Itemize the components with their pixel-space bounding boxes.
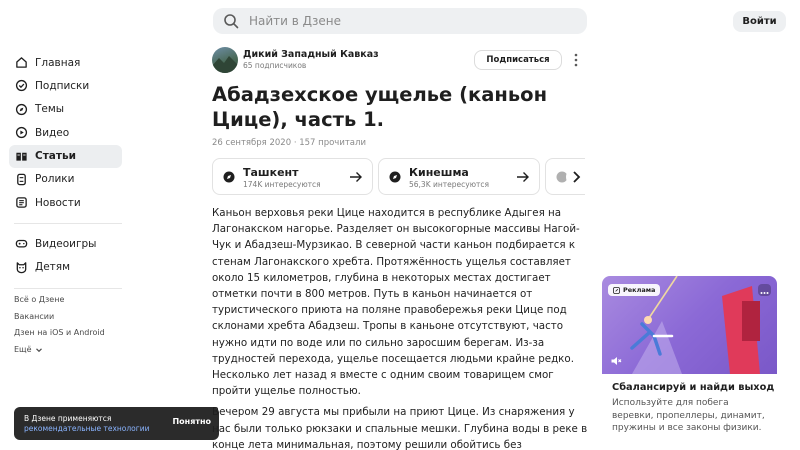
sidebar-item-label: Новости (35, 196, 81, 209)
more-label: Ещё (14, 344, 32, 354)
ad-title[interactable]: Сбалансируй и найди выход (612, 382, 777, 393)
compass-icon (223, 171, 235, 183)
topics-next-button[interactable] (566, 167, 586, 187)
more-horizontal-icon (760, 292, 769, 294)
channel-subscribers: 65 подписчиков (243, 61, 307, 70)
article-meta: 26 сентября 2020 · 157 прочитали (212, 138, 366, 148)
topic-card[interactable]: Ташкент 174K интересуются (212, 158, 373, 195)
chevron-down-icon (35, 348, 42, 352)
chevron-right-icon (573, 171, 581, 183)
kids-icon (16, 261, 27, 273)
subscribe-button[interactable]: Подписаться (474, 50, 562, 70)
search-input[interactable] (249, 14, 569, 28)
sidebar-item-games[interactable]: Видеоигры (9, 232, 122, 255)
ad-description: Используйте для побега веревки, пропелле… (612, 398, 765, 433)
sidebar-item-video[interactable]: Видео (9, 121, 122, 144)
about-link[interactable]: Всё о Дзене (14, 292, 105, 309)
topic-count: 174K интересуются (243, 180, 321, 189)
sidebar-item-label: Главная (35, 56, 81, 69)
mute-icon[interactable] (610, 355, 622, 367)
search-icon (224, 14, 239, 29)
arrow-right-icon (517, 172, 529, 182)
toast-message: В Дзене применяются (24, 414, 112, 423)
ad-menu-button[interactable] (758, 284, 771, 296)
more-vertical-icon[interactable] (571, 52, 581, 68)
sidebar-divider (14, 287, 122, 289)
mountain-image-icon (212, 56, 238, 73)
sidebar-divider (14, 223, 122, 225)
article-paragraph: Вечером 29 августа мы прибыли на приют Ц… (212, 406, 588, 450)
login-button[interactable]: Войти (733, 11, 786, 32)
compass-icon (389, 171, 401, 183)
toast-text: В Дзене применяются рекомендательные тех… (24, 414, 149, 434)
sidebar-item-articles[interactable]: Статьи (9, 144, 122, 168)
topic-name: Кинешма (409, 166, 469, 179)
article-paragraph: Каньон верховья реки Цице находится в ре… (212, 207, 580, 398)
sidebar-item-label: Ролики (35, 173, 75, 186)
shorts-icon (17, 173, 26, 186)
home-icon (16, 57, 27, 68)
topic-count: 56,3K интересуются (409, 180, 490, 189)
vacancies-link[interactable]: Вакансии (14, 309, 105, 326)
channel-avatar[interactable] (212, 47, 238, 73)
sidebar-item-label: Видеоигры (35, 237, 97, 250)
topics-icon (15, 103, 28, 115)
more-button[interactable]: Ещё (14, 342, 105, 359)
video-icon (15, 127, 28, 139)
ad-image: Реклама (602, 276, 777, 374)
sidebar-item-shorts[interactable]: Ролики (9, 168, 122, 191)
recommendation-toast: В Дзене применяются рекомендательные тех… (14, 407, 219, 440)
arrow-right-icon (350, 172, 362, 182)
sidebar-item-label: Темы (35, 103, 65, 116)
ad-badge: Реклама (608, 284, 661, 296)
sidebar-item-topics[interactable]: Темы (9, 98, 122, 121)
toast-link[interactable]: рекомендательные технологии (24, 424, 149, 434)
ad-card[interactable]: Реклама Сбалансируй и найди выход Исполь… (602, 276, 777, 450)
sidebar-item-kids[interactable]: Детям (9, 256, 122, 279)
search-bar[interactable] (213, 8, 587, 34)
sidebar-item-label: Видео (35, 126, 70, 139)
channel-name[interactable]: Дикий Западный Кавказ (243, 49, 379, 60)
articles-icon (16, 152, 27, 161)
news-icon (16, 197, 27, 209)
sidebar-item-subscriptions[interactable]: Подписки (9, 74, 122, 97)
subscriptions-icon (15, 80, 28, 92)
gamepad-icon (15, 240, 28, 248)
sidebar-footer-links: Всё о Дзене Вакансии Дзен на iOS и Andro… (14, 292, 105, 358)
external-link-icon (613, 286, 620, 294)
sidebar-item-label: Детям (35, 261, 71, 274)
article-title: Абадзехское ущелье (каньон Цице), часть … (212, 83, 548, 131)
toast-accept-button[interactable]: Понятно (172, 417, 211, 426)
sidebar-item-label: Подписки (35, 79, 90, 92)
sidebar-item-label: Статьи (35, 150, 76, 163)
article-body: Каньон верховья реки Цице находится в ре… (212, 205, 590, 450)
ad-badge-label: Реклама (623, 286, 656, 294)
mobile-apps-link[interactable]: Дзен на iOS и Android (14, 325, 105, 342)
sidebar-nav: Главная Подписки Темы Видео Статьи Ролик… (9, 51, 122, 297)
topic-card[interactable]: Кинешма 56,3K интересуются (378, 158, 540, 195)
sidebar-item-home[interactable]: Главная (9, 51, 122, 74)
topic-name: Ташкент (243, 166, 299, 179)
sidebar-item-news[interactable]: Новости (9, 191, 122, 214)
